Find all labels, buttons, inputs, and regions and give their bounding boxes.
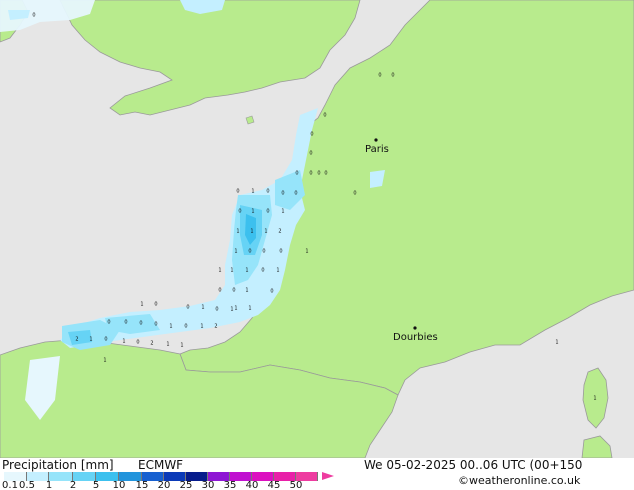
point-value-label: 1 — [230, 307, 233, 313]
point-value-label: 0 — [215, 307, 218, 313]
point-value-label: 1 — [122, 339, 125, 345]
point-value-label: 1 — [245, 288, 248, 294]
point-value-label: 0 — [266, 209, 269, 215]
point-value-label: 1 — [593, 396, 596, 402]
color-scale-tick-label: 0.5 — [19, 480, 35, 490]
point-value-label: 2 — [150, 341, 153, 347]
point-value-label: 1 — [166, 342, 169, 348]
point-value-label: 1 — [264, 229, 267, 235]
point-value-label: 0 — [139, 321, 142, 327]
point-value-label: 0 — [154, 302, 157, 308]
point-value-label: 0 — [317, 171, 320, 177]
point-value-label: 2 — [75, 337, 78, 343]
point-value-label: 0 — [124, 320, 127, 326]
point-value-label: 0 — [262, 249, 265, 255]
point-value-label: 0 — [310, 132, 313, 138]
point-value-label: 0 — [353, 191, 356, 197]
point-value-label: 0 — [218, 288, 221, 294]
color-scale-tick-label: 10 — [112, 480, 126, 490]
point-value-label: 0 — [323, 113, 326, 119]
point-value-label: 0 — [281, 191, 284, 197]
point-value-label: 1 — [201, 305, 204, 311]
color-scale-tick-label: 1 — [45, 480, 53, 490]
point-value-label: 0 — [295, 171, 298, 177]
point-value-label: 0 — [248, 249, 251, 255]
point-value-label: 0 — [236, 189, 239, 195]
color-scale-tick-label: 20 — [157, 480, 171, 490]
credit-label: ©weatheronline.co.uk — [458, 474, 581, 487]
point-value-label: 0 — [266, 189, 269, 195]
point-value-label: 1 — [281, 209, 284, 215]
point-value-label: 1 — [103, 358, 106, 364]
color-scale-tick-label: 25 — [179, 480, 193, 490]
point-value-label: 1 — [230, 268, 233, 274]
point-value-label: 2 — [278, 229, 281, 235]
point-value-label: 1 — [305, 249, 308, 255]
point-value-label: 1 — [245, 268, 248, 274]
color-scale-tick-label: 30 — [201, 480, 215, 490]
color-scale-tick-label: 0.1 — [2, 480, 18, 490]
point-value-label: 0 — [270, 289, 273, 295]
point-value-label: 1 — [251, 189, 254, 195]
point-value-label: 0 — [238, 209, 241, 215]
point-value-label: 1 — [234, 249, 237, 255]
point-value-label: 0 — [184, 324, 187, 330]
point-value-label: 0 — [391, 73, 394, 79]
model-label: ECMWF — [138, 458, 184, 472]
point-value-label: 1 — [276, 268, 279, 274]
point-value-label: 0 — [32, 13, 35, 19]
color-scale-tick-label: 2 — [69, 480, 77, 490]
point-value-label: 1 — [248, 306, 251, 312]
valid-time-label: We 05-02-2025 00..06 UTC (00+150 — [364, 458, 583, 472]
point-value-label: 1 — [251, 209, 254, 215]
point-value-label: 1 — [250, 229, 253, 235]
point-value-label: 0 — [232, 288, 235, 294]
color-scale-arrow — [322, 472, 334, 480]
color-scale-tick-label: 15 — [135, 480, 149, 490]
point-value-label: 0 — [279, 249, 282, 255]
color-scale-tick-label: 5 — [92, 480, 100, 490]
color-scale-tick-label: 35 — [223, 480, 237, 490]
point-value-label: 0 — [378, 73, 381, 79]
point-value-label: 1 — [236, 229, 239, 235]
color-scale-tick-label: 40 — [245, 480, 259, 490]
point-value-label: 1 — [180, 343, 183, 349]
point-value-label: 0 — [324, 171, 327, 177]
point-value-label: 1 — [89, 337, 92, 343]
point-value-label: 0 — [309, 171, 312, 177]
point-value-label: 0 — [261, 268, 264, 274]
color-scale-tick-label: 45 — [267, 480, 281, 490]
color-scale-tick-label: 50 — [289, 480, 303, 490]
point-value-label: 0 — [136, 340, 139, 346]
point-value-label: 0 — [309, 151, 312, 157]
point-value-label: 1 — [234, 306, 237, 312]
point-value-label: 0 — [154, 322, 157, 328]
point-value-label: 1 — [200, 324, 203, 330]
city-label-paris: Paris — [365, 144, 389, 155]
legend-title: Precipitation [mm] — [2, 458, 114, 472]
precipitation-map: Paris Dourbies 0 0 0 0 0 0 0 0 0 0 0 1 0 0 0 0 1 0 1 1 1 1 2 1 0… — [0, 0, 634, 458]
point-value-label: 0 — [294, 191, 297, 197]
point-value-label: 0 — [104, 337, 107, 343]
point-value-label: 0 — [107, 320, 110, 326]
city-label-dourbies: Dourbies — [393, 332, 438, 343]
point-value-label: 0 — [186, 305, 189, 311]
city-marker — [374, 138, 378, 142]
point-value-label: 2 — [214, 324, 217, 330]
point-value-label: 1 — [555, 340, 558, 346]
point-value-label: 1 — [140, 302, 143, 308]
weather-map-widget: Paris Dourbies 0000000000010000101111210… — [0, 0, 634, 490]
city-marker — [413, 326, 417, 330]
point-value-label: 1 — [218, 268, 221, 274]
point-value-label: 1 — [169, 324, 172, 330]
